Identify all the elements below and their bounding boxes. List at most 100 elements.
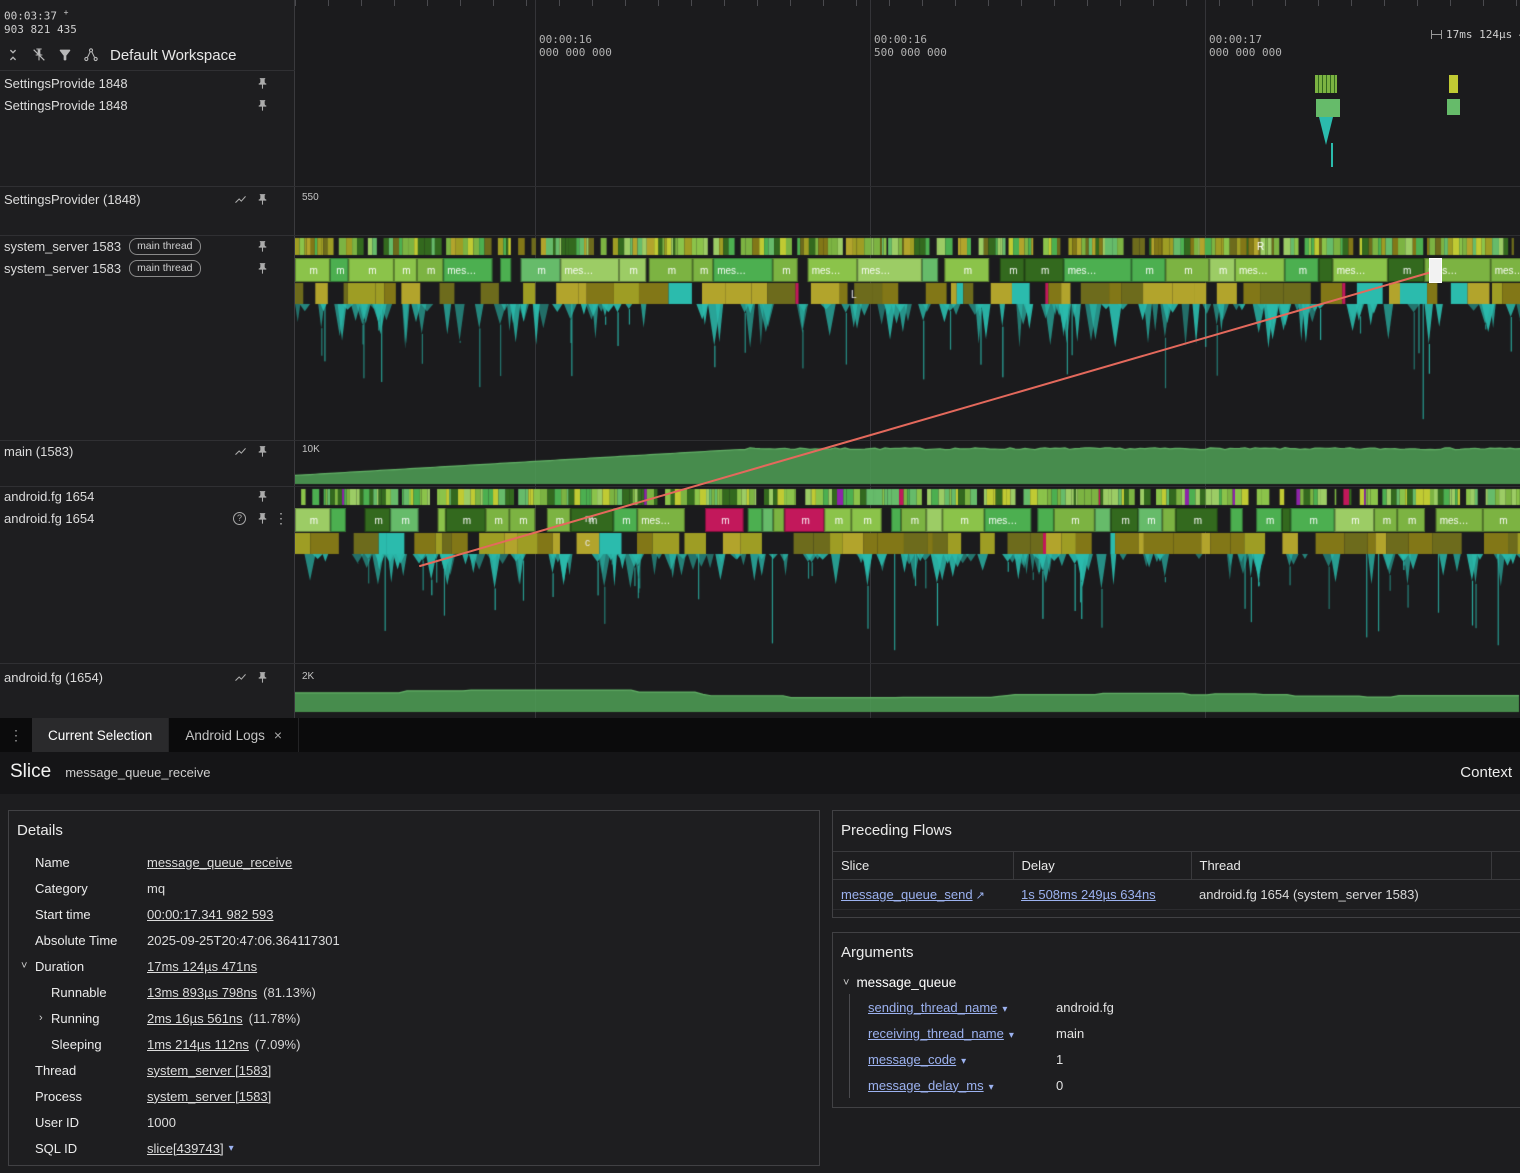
arg-key-link[interactable]: message_delay_ms <box>868 1078 984 1093</box>
preceding-flows-title: Preceding Flows <box>841 822 952 839</box>
chart-icon[interactable] <box>232 443 248 459</box>
chart-icon[interactable] <box>232 191 248 207</box>
flow-thread: android.fg 1654 (system_server 1583) <box>1199 887 1419 902</box>
track-row-main-process[interactable]: main (1583) <box>0 438 295 464</box>
counter-scale-label: 550 <box>302 192 319 203</box>
pin-icon[interactable] <box>254 261 270 277</box>
process-link[interactable]: system_server [1583] <box>147 1089 271 1104</box>
preceding-flows-panel: Preceding Flows Slice Delay Thread messa… <box>832 810 1520 918</box>
track-row-androidfg-2[interactable]: android.fg 1654 ? ⋮ <box>0 507 295 529</box>
expander-expanded-icon[interactable]: ˅ <box>21 960 27 972</box>
tab-android-logs[interactable]: Android Logs × <box>169 718 300 752</box>
track-canvas-systemserver-main[interactable] <box>295 258 1520 440</box>
workspace-name[interactable]: Default Workspace <box>110 47 236 64</box>
slice[interactable] <box>1315 75 1337 93</box>
workspace-icon[interactable] <box>82 47 99 64</box>
detail-row-name: Name message_queue_receive <box>35 854 293 870</box>
track-canvas-androidfg-main[interactable] <box>295 508 1520 662</box>
ruler-tick: 00:00:16 500 000 000 <box>874 33 947 59</box>
arg-key-link[interactable]: receiving_thread_name <box>868 1026 1004 1041</box>
dropdown-icon[interactable]: ▾ <box>1009 1030 1014 1041</box>
help-icon[interactable]: ? <box>233 511 246 525</box>
flows-col-extra <box>1491 851 1520 880</box>
expander-expanded-icon[interactable]: ˅ <box>843 977 849 989</box>
thread-link[interactable]: system_server [1583] <box>147 1063 271 1078</box>
track-separator <box>295 186 1520 187</box>
arguments-title: Arguments <box>841 944 914 961</box>
separator <box>0 70 295 71</box>
slice[interactable] <box>1449 75 1458 93</box>
ruler-tick: 00:00:16 000 000 000 <box>539 33 612 59</box>
main-thread-chip: main thread <box>129 238 201 255</box>
pin-icon[interactable] <box>254 443 270 459</box>
open-external-icon[interactable]: ↗ <box>976 890 985 902</box>
arguments-panel: Arguments ˅ message_queue sending_thread… <box>832 932 1520 1108</box>
pin-icon[interactable] <box>254 191 270 207</box>
pin-icon[interactable] <box>254 239 270 255</box>
argument-root[interactable]: ˅ message_queue <box>833 971 1520 994</box>
track-canvas-main-counter[interactable] <box>295 441 1520 486</box>
track-row-androidfg-1[interactable]: android.fg 1654 <box>0 485 295 507</box>
track-row-systemserver-2[interactable]: system_server 1583 main thread <box>0 258 295 279</box>
sleeping-link[interactable]: 1ms 214µs 112ns <box>147 1037 249 1052</box>
dropdown-icon[interactable]: ▾ <box>961 1056 966 1067</box>
pin-icon[interactable] <box>254 669 270 685</box>
detail-row-running: › Running 2ms 16µs 561ns (11.78%) <box>39 1010 301 1026</box>
dropdown-icon[interactable]: ▾ <box>989 1082 994 1093</box>
details-drawer: ⋮ Current Selection Android Logs × Slice… <box>0 718 1520 1173</box>
ruler-tick: 00:00:17 000 000 000 <box>1209 33 1282 59</box>
track-row-settingsprovider-process[interactable]: SettingsProvider (1848) <box>0 186 295 212</box>
context-button[interactable]: Context <box>1460 764 1512 781</box>
running-link[interactable]: 2ms 16µs 561ns <box>147 1011 243 1026</box>
timeline-area[interactable]: 00:00:16 000 000 000 00:00:16 500 000 000 … <box>295 0 1520 718</box>
close-icon[interactable]: × <box>274 727 282 743</box>
flows-row: message_queue_send ↗ 1s 508ms 249µs 634ns… <box>833 879 1520 910</box>
track-canvas-androidfg-sched[interactable] <box>295 487 1520 507</box>
trace-view: 00:00:16 000 000 000 00:00:16 500 000 000 … <box>0 0 1520 718</box>
flame-stem <box>1331 143 1333 167</box>
slice[interactable] <box>1447 99 1460 115</box>
sql-id-link[interactable]: slice[439743] <box>147 1141 224 1156</box>
dropdown-icon[interactable]: ▾ <box>229 1143 234 1154</box>
flow-slice-link[interactable]: message_queue_send <box>841 887 973 902</box>
filter-icon[interactable] <box>56 47 73 64</box>
pin-icon[interactable] <box>254 510 270 526</box>
chart-icon[interactable] <box>232 669 248 685</box>
flame-marker[interactable] <box>1319 117 1333 145</box>
arg-key-link[interactable]: sending_thread_name <box>868 1000 997 1015</box>
track-row-androidfg-process[interactable]: android.fg (1654) <box>0 664 295 690</box>
selection-duration-marker: 17ms 124µs 471ns <box>1431 28 1520 41</box>
track-canvas-systemserver-sched[interactable] <box>295 236 1520 257</box>
selection-kind: Slice <box>10 761 52 782</box>
detail-row-sql-id: SQL ID slice[439743] ▾ <box>35 1140 234 1156</box>
pin-icon[interactable] <box>254 97 270 113</box>
drawer-kebab-icon[interactable]: ⋮ <box>0 718 32 752</box>
track-row-settingsprovider-2[interactable]: SettingsProvide 1848 <box>0 94 295 116</box>
dropdown-icon[interactable]: ▾ <box>1002 1004 1007 1015</box>
tab-current-selection[interactable]: Current Selection <box>32 718 170 752</box>
runnable-link[interactable]: 13ms 893µs 798ns <box>147 985 257 1000</box>
track-canvas-androidfg-counter[interactable] <box>295 664 1520 718</box>
detail-row-sleeping: Sleeping 1ms 214µs 112ns (7.09%) <box>51 1036 301 1052</box>
arg-key-link[interactable]: message_code <box>868 1052 956 1067</box>
detail-row-runnable: Runnable 13ms 893µs 798ns (81.13%) <box>51 984 316 1000</box>
track-row-settingsprovider-1[interactable]: SettingsProvide 1848 <box>0 72 295 94</box>
duration-link[interactable]: 17ms 124µs 471ns <box>147 959 257 974</box>
selected-slice-highlight[interactable] <box>1429 258 1442 283</box>
detail-row-start-time: Start time 00:00:17.341 982 593 <box>35 906 274 922</box>
track-row-systemserver-1[interactable]: system_server 1583 main thread <box>0 236 295 257</box>
track-sidebar: 00:03:37 + 903 821 435 Default Workspace… <box>0 0 295 718</box>
flow-delay-link[interactable]: 1s 508ms 249µs 634ns <box>1021 887 1156 902</box>
kebab-menu-icon[interactable]: ⋮ <box>273 510 289 526</box>
start-time-link[interactable]: 00:00:17.341 982 593 <box>147 907 274 922</box>
slice[interactable] <box>1316 99 1340 117</box>
slice-name-link[interactable]: message_queue_receive <box>147 855 292 870</box>
expander-collapsed-icon[interactable]: › <box>39 1012 43 1024</box>
pin-icon[interactable] <box>254 75 270 91</box>
argument-row: sending_thread_name ▾ android.fg <box>850 994 1520 1020</box>
pin-icon[interactable] <box>254 488 270 504</box>
selection-header: Slice message_queue_receive Context <box>0 752 1520 794</box>
argument-row: message_code ▾ 1 <box>850 1046 1520 1072</box>
unpin-all-icon[interactable] <box>30 47 47 64</box>
collapse-all-icon[interactable] <box>4 47 21 64</box>
